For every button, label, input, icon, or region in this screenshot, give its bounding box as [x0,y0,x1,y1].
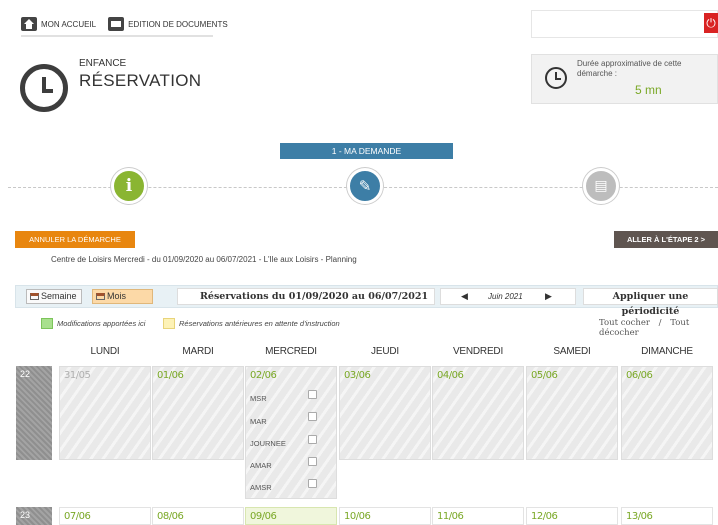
previous-month-icon[interactable]: ◀ [461,289,468,304]
day-date: 04/06 [437,370,464,381]
day-date: 06/06 [626,370,653,381]
next-month-icon[interactable]: ▶ [545,289,552,304]
day-date: 11/06 [437,511,464,522]
calendar-day-cell: 04/06 [432,366,524,460]
alarm-clock-icon [545,67,567,89]
calendar-day-cell-wednesday: 02/06 MSR MAR JOURNEE AMAR AMSR [245,366,337,499]
calendar-icon [96,293,105,300]
day-date: 05/06 [531,370,558,381]
month-view-button[interactable]: Mois [92,289,153,304]
home-link[interactable]: MON ACCUEIL [21,17,96,31]
reservation-range: Réservations du 01/09/2020 au 06/07/2021 [177,288,435,305]
duration-value: 5 mn [635,83,662,97]
day-date: 01/06 [157,370,184,381]
calendar-day-cell: 08/06 [152,507,244,525]
current-step-label: 1 - MA DEMANDE [280,143,453,159]
week-number: 23 [16,507,52,525]
activity-checkbox[interactable] [308,435,317,444]
activity-label: AMSR [250,483,272,492]
day-date: 31/05 [64,370,91,381]
page-kicker: ENFANCE [79,58,127,69]
calendar-day-cell: 09/06 [245,507,337,525]
power-icon[interactable]: ⏻ [704,13,718,33]
top-right-box [531,10,718,38]
calendar-day-cell: 13/06 [621,507,713,525]
current-month: Juin 2021 [488,292,523,301]
home-icon [21,17,37,31]
calendar-day-cell: 31/05 [59,366,151,460]
top-nav: MON ACCUEIL EDITION DE DOCUMENTS [21,12,228,36]
info-icon[interactable]: i [111,168,147,204]
legend-modified-label: Modifications apportées ici [57,319,146,328]
week-view-label: Semaine [41,291,77,301]
documents-link[interactable]: EDITION DE DOCUMENTS [108,17,228,31]
day-date: 07/06 [64,511,91,522]
activity-label: JOURNEE [250,439,286,448]
next-step-button[interactable]: ALLER À L'ÉTAPE 2 > [614,231,718,248]
duration-label: Durée approximative de cette démarche : [577,59,682,78]
day-date: 10/06 [344,511,371,522]
day-date: 03/06 [344,370,371,381]
day-header: MERCREDI [265,346,317,357]
documents-link-label: EDITION DE DOCUMENTS [128,19,228,29]
check-all-controls: Tout cocher / Tout décocher [599,318,699,338]
month-navigator: ◀ Juin 2021 ▶ [440,288,576,305]
calendar-day-cell: 05/06 [526,366,618,460]
week-number: 22 [16,366,52,460]
pencil-icon[interactable]: ✎ [347,168,383,204]
day-header: DIMANCHE [641,346,693,357]
printer-icon [108,17,125,31]
home-link-label: MON ACCUEIL [41,19,97,29]
legend-pending-label: Réservations antérieures en attente d'in… [179,319,340,328]
calendar-day-cell: 07/06 [59,507,151,525]
activity-checkbox[interactable] [308,479,317,488]
day-date: 09/06 [250,511,277,522]
day-date: 08/06 [157,511,184,522]
calendar-day-cell: 11/06 [432,507,524,525]
activity-label: AMAR [250,461,272,470]
apply-periodicity-button[interactable]: Appliquer une périodicité [583,288,718,317]
check-separator: / [658,318,662,328]
check-all-link[interactable]: Tout cocher [599,318,650,328]
day-date: 13/06 [626,511,653,522]
nav-underline [21,35,213,37]
calendar-day-cell: 12/06 [526,507,618,525]
activity-label: MAR [250,417,267,426]
day-date: 02/06 [250,370,277,381]
activity-checkbox[interactable] [308,457,317,466]
page-title: RÉSERVATION [79,71,202,90]
day-header: SAMEDI [553,346,591,357]
day-header: JEUDI [371,346,399,357]
week-view-button[interactable]: Semaine [26,289,82,304]
activity-label: MSR [250,394,267,403]
planning-info: Centre de Loisirs Mercredi - du 01/09/20… [51,255,357,264]
document-icon[interactable]: ▤ [583,168,619,204]
calendar-day-cell: 01/06 [152,366,244,460]
clock-icon [20,64,68,112]
day-header: LUNDI [90,346,120,357]
day-header: VENDREDI [452,346,504,357]
activity-checkbox[interactable] [308,412,317,421]
legend-pending-swatch [163,318,175,329]
activity-checkbox[interactable] [308,390,317,399]
month-view-label: Mois [107,291,127,301]
cancel-button[interactable]: ANNULER LA DÉMARCHE [15,231,135,248]
day-header: MARDI [182,346,214,357]
calendar-day-cell: 03/06 [339,366,431,460]
calendar-icon [30,293,39,300]
legend-modified-swatch [41,318,53,329]
calendar-day-cell: 06/06 [621,366,713,460]
day-date: 12/06 [531,511,558,522]
calendar-day-cell: 10/06 [339,507,431,525]
